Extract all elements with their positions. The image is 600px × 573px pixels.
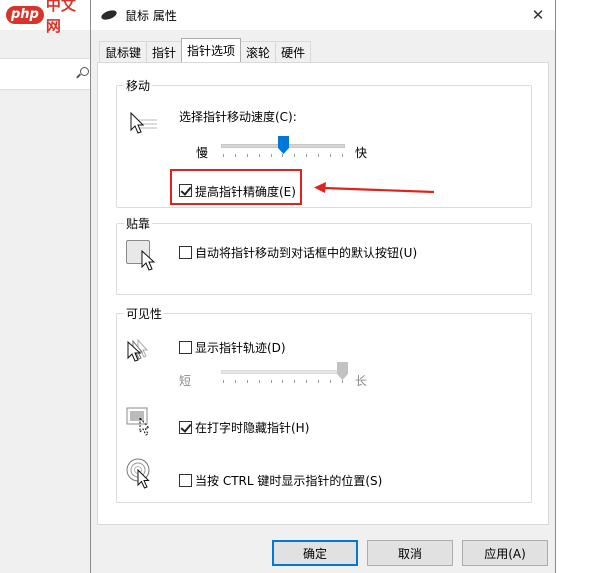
slider-tick [270, 154, 272, 157]
slider-tick [234, 154, 236, 157]
close-button[interactable]: ✕ [521, 0, 555, 30]
slider-tick [318, 380, 320, 383]
pointer-trails-icon [126, 338, 160, 364]
slider-tick [258, 154, 260, 157]
trails-slider-track[interactable] [221, 370, 345, 374]
trails-slider-thumb[interactable] [337, 362, 348, 380]
title-bar[interactable]: 鼠标 属性 ✕ [91, 0, 555, 30]
slider-tick [306, 380, 308, 383]
ctrl-locate-checkbox[interactable] [179, 474, 192, 487]
speed-slider-ticks [223, 154, 343, 158]
site-logo: php 中文网 [0, 0, 90, 35]
ctrl-locate-label[interactable]: 当按 CTRL 键时显示指针的位置(S) [195, 472, 382, 489]
mouse-icon [100, 8, 118, 22]
slider-tick [282, 380, 284, 383]
snap-pointer-icon [141, 249, 157, 272]
tab-wheel[interactable]: 滚轮 [240, 41, 277, 63]
slider-tick [246, 154, 248, 157]
tab-hardware[interactable]: 硬件 [275, 41, 312, 63]
short-label: 短 [179, 374, 192, 388]
slider-tick [341, 380, 343, 383]
slider-tick [223, 380, 224, 383]
slider-tick [246, 380, 248, 383]
slider-tick [306, 154, 308, 157]
trails-label[interactable]: 显示指针轨迹(D) [195, 339, 286, 356]
visibility-group-label: 可见性 [124, 305, 165, 322]
slider-tick [223, 154, 224, 157]
snap-checkbox[interactable] [179, 246, 192, 259]
snap-group: 贴靠 自动将指针移动到对话框中的默认按钮(U) [116, 215, 532, 295]
slider-tick [341, 154, 343, 157]
slider-tick [294, 380, 296, 383]
slow-label: 慢 [196, 146, 209, 160]
speed-label: 选择指针移动速度(C): [179, 110, 297, 124]
ok-button[interactable]: 确定 [272, 540, 358, 566]
background-app: php 中文网 [0, 0, 90, 573]
slider-tick [258, 380, 260, 383]
mouse-properties-dialog: 鼠标 属性 ✕ 鼠标键 指针 指针选项 滚轮 硬件 移动 选择指针移动速度(C)… [90, 0, 556, 573]
apply-button[interactable]: 应用(A) [462, 540, 548, 566]
motion-group-label: 移动 [124, 77, 153, 94]
slider-tick [270, 380, 272, 383]
cancel-button[interactable]: 取消 [367, 540, 453, 566]
ctrl-locate-icon [126, 457, 158, 489]
red-arrow-annotation [312, 180, 436, 199]
tab-panel: 移动 选择指针移动速度(C): 慢 快 提高指针精确度(E) 贴靠 自动将指针移… [97, 62, 549, 525]
logo-php-text: php [6, 6, 44, 24]
pointer-speed-icon [129, 110, 159, 136]
fast-label: 快 [355, 146, 368, 160]
hide-while-typing-label[interactable]: 在打字时隐藏指针(H) [195, 419, 309, 436]
background-search-bar[interactable] [0, 58, 90, 90]
search-icon[interactable] [80, 67, 89, 76]
highlight-annotation-box [170, 169, 302, 205]
slider-tick [234, 380, 236, 383]
visibility-group: 可见性 显示指针轨迹(D) 短 长 在打字时隐藏指针(H) 当按 CTRL 键时… [116, 305, 532, 503]
snap-label[interactable]: 自动将指针移动到对话框中的默认按钮(U) [195, 244, 417, 261]
slider-tick [330, 380, 332, 383]
speed-slider-thumb[interactable] [277, 136, 289, 154]
slider-tick [282, 154, 284, 157]
long-label: 长 [355, 374, 368, 388]
trails-slider-ticks [223, 380, 343, 384]
hide-while-typing-checkbox[interactable] [179, 421, 192, 434]
hide-pointer-icon [126, 404, 156, 436]
trails-checkbox[interactable] [179, 341, 192, 354]
dialog-title: 鼠标 属性 [125, 8, 177, 23]
tab-mouse-buttons[interactable]: 鼠标键 [99, 41, 148, 63]
slider-tick [294, 154, 296, 157]
snap-group-label: 贴靠 [124, 215, 153, 232]
tab-pointers[interactable]: 指针 [146, 41, 183, 63]
logo-cn-text: 中文网 [45, 0, 76, 35]
slider-tick [330, 154, 332, 157]
tab-pointer-options[interactable]: 指针选项 [181, 38, 242, 62]
slider-tick [318, 154, 320, 157]
tab-strip: 鼠标键 指针 指针选项 滚轮 硬件 [99, 38, 312, 63]
